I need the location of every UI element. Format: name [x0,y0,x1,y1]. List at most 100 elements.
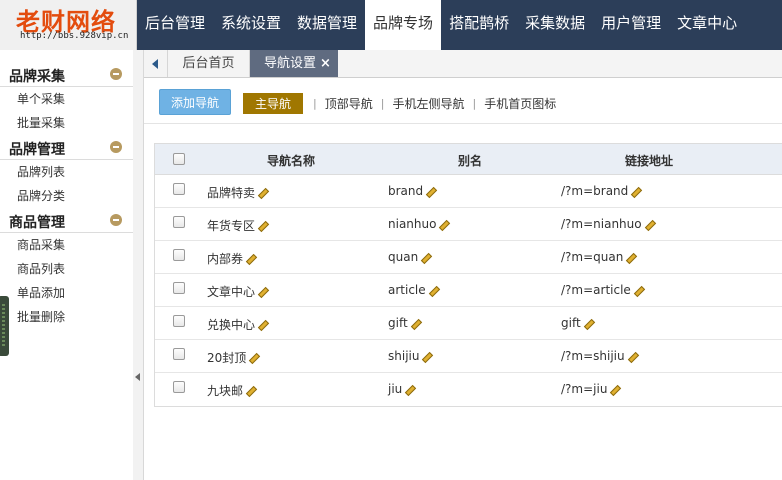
nav-table: 导航名称 别名 链接地址 品牌特卖 brand /?m=brand 年货专区 n… [154,143,782,407]
pencil-icon[interactable] [257,221,266,230]
sidebar-item-single-collect[interactable]: 单个采集 [0,87,136,111]
pencil-icon[interactable] [257,188,266,197]
tab-label: 导航设置 [264,56,317,71]
cell-link-text: /?m=nianhuo [561,217,642,231]
row-checkbox[interactable] [173,315,185,327]
pencil-icon[interactable] [609,385,618,394]
toolbar: 添加导航 主导航 | 顶部导航 | 手机左侧导航 | 手机首页图标 [144,78,782,124]
nav-item-brand-special[interactable]: 品牌专场 [365,0,442,50]
pencil-icon[interactable] [410,319,419,328]
cell-link: /?m=shijiu [561,349,636,363]
row-checkbox[interactable] [173,183,185,195]
pencil-icon[interactable] [644,220,653,229]
collapse-minus-icon[interactable] [110,68,122,80]
cell-link: /?m=quan [561,250,634,264]
sidebar-item-product-list[interactable]: 商品列表 [0,257,136,281]
pencil-icon[interactable] [421,352,430,361]
row-checkbox[interactable] [173,348,185,360]
cell-alias-text: nianhuo [388,217,437,231]
pencil-icon[interactable] [245,386,254,395]
pencil-icon[interactable] [248,353,257,362]
cell-link: /?m=jiu [561,382,618,396]
close-icon[interactable]: × [320,50,331,77]
table-row: 年货专区 nianhuo /?m=nianhuo [155,208,782,241]
collapse-minus-icon[interactable] [110,141,122,153]
nav-item-user-management[interactable]: 用户管理 [593,0,669,50]
pencil-icon[interactable] [420,253,429,262]
cell-link: /?m=brand [561,184,639,198]
row-checkbox[interactable] [173,216,185,228]
table-header: 导航名称 别名 链接地址 [155,144,782,175]
pencil-icon[interactable] [257,320,266,329]
column-header-name: 导航名称 [267,154,316,168]
main-nav: 后台管理 系统设置 数据管理 品牌专场 搭配鹊桥 采集数据 用户管理 文章中心 [137,0,745,50]
filter-mobile-left-nav[interactable]: 手机左侧导航 [392,95,464,112]
sidebar-collapse-bar[interactable] [133,50,144,480]
select-all-checkbox[interactable] [173,153,185,165]
cell-alias: shijiu [388,349,430,363]
logo[interactable]: 老财网络 http://bbs.928vip.cn [0,0,137,50]
row-checkbox[interactable] [173,249,185,261]
pencil-icon[interactable] [425,187,434,196]
filter-mobile-home-icons[interactable]: 手机首页图标 [484,95,556,112]
pencil-icon[interactable] [245,254,254,263]
collapse-minus-icon[interactable] [110,214,122,226]
filter-top-nav[interactable]: 顶部导航 [325,95,373,112]
sidebar-group-brand-management[interactable]: 品牌管理 [0,135,136,159]
sidebar-item-brand-category[interactable]: 品牌分类 [0,184,136,208]
column-header-alias: 别名 [458,154,483,168]
table-row: 内部券 quan /?m=quan [155,241,782,274]
cell-alias-text: quan [388,250,419,264]
pencil-icon[interactable] [257,287,266,296]
nav-item-article-center[interactable]: 文章中心 [669,0,745,50]
tab-scroll-left-icon[interactable] [144,50,168,77]
cell-name: 九块邮 [207,382,254,399]
cell-name: 年货专区 [207,217,266,234]
nav-item-collect-data[interactable]: 采集数据 [517,0,593,50]
cell-alias: article [388,283,437,297]
add-nav-button[interactable]: 添加导航 [159,89,231,115]
pencil-icon[interactable] [633,286,642,295]
cell-link-text: /?m=quan [561,250,624,264]
pencil-icon[interactable] [438,220,447,229]
sidebar-item-product-collect[interactable]: 商品采集 [0,233,136,257]
tab-nav-settings[interactable]: 导航设置 × [250,50,338,77]
row-checkbox[interactable] [173,381,185,393]
tab-backend-home[interactable]: 后台首页 [168,50,250,77]
cell-name-text: 内部券 [207,252,244,266]
nav-item-system-settings[interactable]: 系统设置 [213,0,289,50]
sidebar-group-product-management[interactable]: 商品管理 [0,208,136,232]
pencil-icon[interactable] [583,319,592,328]
sidebar-group-brand-collect[interactable]: 品牌采集 [0,62,136,86]
pencil-icon[interactable] [627,352,636,361]
cell-alias-text: shijiu [388,349,420,363]
nav-item-data-management[interactable]: 数据管理 [289,0,365,50]
cell-name: 内部券 [207,250,254,267]
sidebar-item-single-add[interactable]: 单品添加 [0,281,136,305]
pencil-icon[interactable] [404,385,413,394]
sidebar: 品牌采集 单个采集 批量采集 品牌管理 品牌列表 品牌分类 商品管理 商品采集 … [0,50,137,480]
pencil-icon[interactable] [630,187,639,196]
cell-link-text: /?m=jiu [561,382,608,396]
drag-handle[interactable] [0,296,9,356]
arrow-left-icon[interactable] [135,373,140,381]
sidebar-item-batch-collect[interactable]: 批量采集 [0,111,136,135]
cell-alias: gift [388,316,419,330]
sidebar-item-brand-list[interactable]: 品牌列表 [0,160,136,184]
row-checkbox[interactable] [173,282,185,294]
cell-link-text: /?m=brand [561,184,629,198]
cell-alias: quan [388,250,429,264]
table-row: 20封顶 shijiu /?m=shijiu [155,340,782,373]
sidebar-item-batch-delete[interactable]: 批量删除 [0,305,136,329]
sidebar-group-title: 品牌管理 [9,142,65,158]
nav-item-matching-bridge[interactable]: 搭配鹊桥 [441,0,517,50]
cell-name-text: 年货专区 [207,219,256,233]
nav-item-backend[interactable]: 后台管理 [137,0,213,50]
pencil-icon[interactable] [625,253,634,262]
table-row: 兑换中心 gift gift [155,307,782,340]
nav-type-filters: 主导航 | 顶部导航 | 手机左侧导航 | 手机首页图标 [243,93,556,114]
cell-alias-text: jiu [388,382,403,396]
pencil-icon[interactable] [428,286,437,295]
cell-name: 兑换中心 [207,316,266,333]
filter-main-nav[interactable]: 主导航 [243,93,304,114]
